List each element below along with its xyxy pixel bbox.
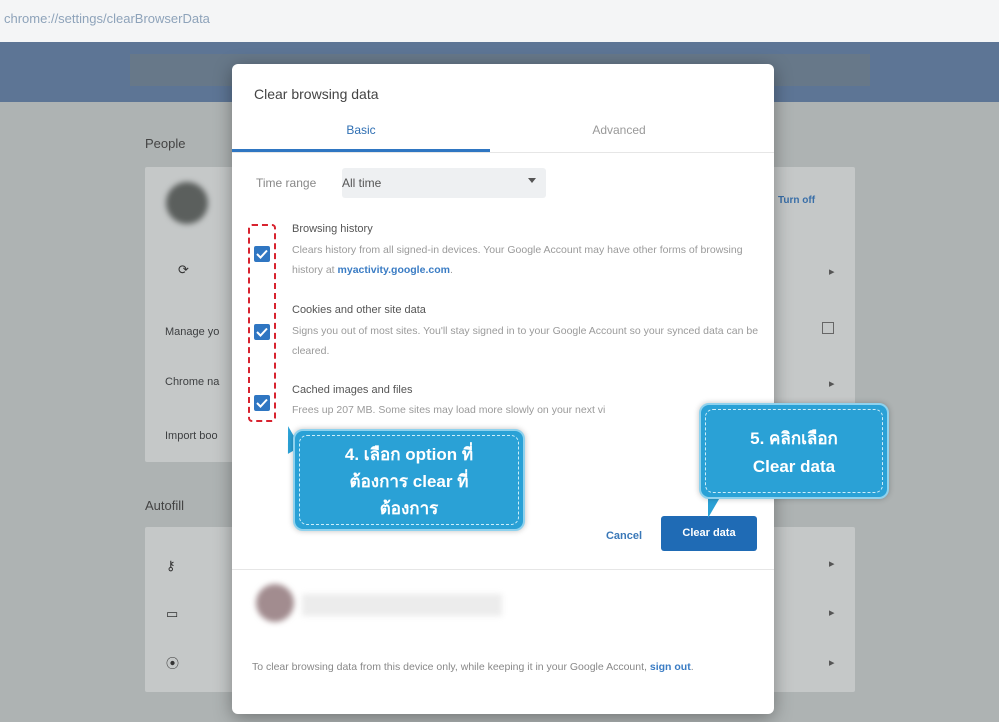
sync-icon: ⟳ [178,262,189,277]
chevron-right-icon[interactable]: ▸ [829,557,835,570]
step4-line1: 4. เลือก option ที่ [344,445,474,464]
dialog-footer-text: To clear browsing data from this device … [252,661,694,673]
dialog-divider [232,569,774,570]
account-name-blurred [302,594,502,616]
turn-off-sync-button[interactable]: Turn off [778,195,815,206]
cached-images-desc: Frees up 207 MB. Some sites may load mor… [292,404,606,416]
tab-basic[interactable]: Basic [232,123,490,137]
clear-browsing-data-dialog: Clear browsing data Basic Advanced Time … [232,64,774,714]
address-bar-url[interactable]: chrome://settings/clearBrowserData [4,11,210,26]
people-section-title: People [145,136,186,151]
account-avatar [256,584,294,622]
time-range-select[interactable]: All time [342,168,546,198]
myactivity-link[interactable]: myactivity.google.com [338,264,450,276]
cached-images-title: Cached images and files [292,384,413,396]
step5-callout: 5. คลิกเลือก Clear data [699,403,889,499]
external-link-icon[interactable] [822,322,834,334]
location-pin-icon: ⦿ [166,656,180,671]
tab-advanced[interactable]: Advanced [490,123,748,137]
dropdown-caret-icon [528,178,536,183]
clear-data-button[interactable]: Clear data [661,516,757,551]
chevron-right-icon[interactable]: ▸ [829,265,835,278]
step5-line1: 5. คลิกเลือก [750,429,838,448]
chevron-right-icon[interactable]: ▸ [829,656,835,669]
cancel-button[interactable]: Cancel [592,523,656,549]
import-bookmarks-row[interactable]: Import boo [165,430,218,442]
time-range-value: All time [342,176,382,190]
browsing-history-desc: Clears history from all signed-in device… [292,244,743,276]
manage-account-row[interactable]: Manage yo [165,326,219,338]
cookies-title: Cookies and other site data [292,304,426,316]
autofill-section-title: Autofill [145,498,185,513]
chevron-right-icon[interactable]: ▸ [829,377,835,390]
address-bar[interactable]: chrome://settings/clearBrowserData [0,0,999,42]
chrome-name-row[interactable]: Chrome na [165,376,219,388]
tab-divider [232,152,774,153]
profile-avatar [166,182,208,224]
key-icon: ⚷ [166,558,176,573]
step4-line2: ต้องการ clear ที่ [349,472,469,491]
credit-card-icon: ▭ [166,606,179,621]
step5-line2: Clear data [752,457,836,476]
checkbox-highlight-box [248,224,276,422]
cookies-desc: Signs you out of most sites. You'll stay… [292,325,759,357]
time-range-label: Time range [256,176,317,190]
chevron-right-icon[interactable]: ▸ [829,606,835,619]
browsing-history-title: Browsing history [292,223,373,235]
step4-line3: ต้องการ [379,499,439,518]
sign-out-link[interactable]: sign out [650,661,691,673]
dialog-title: Clear browsing data [254,86,379,102]
step4-callout: 4. เลือก option ที่ ต้องการ clear ที่ ต้… [293,429,525,531]
